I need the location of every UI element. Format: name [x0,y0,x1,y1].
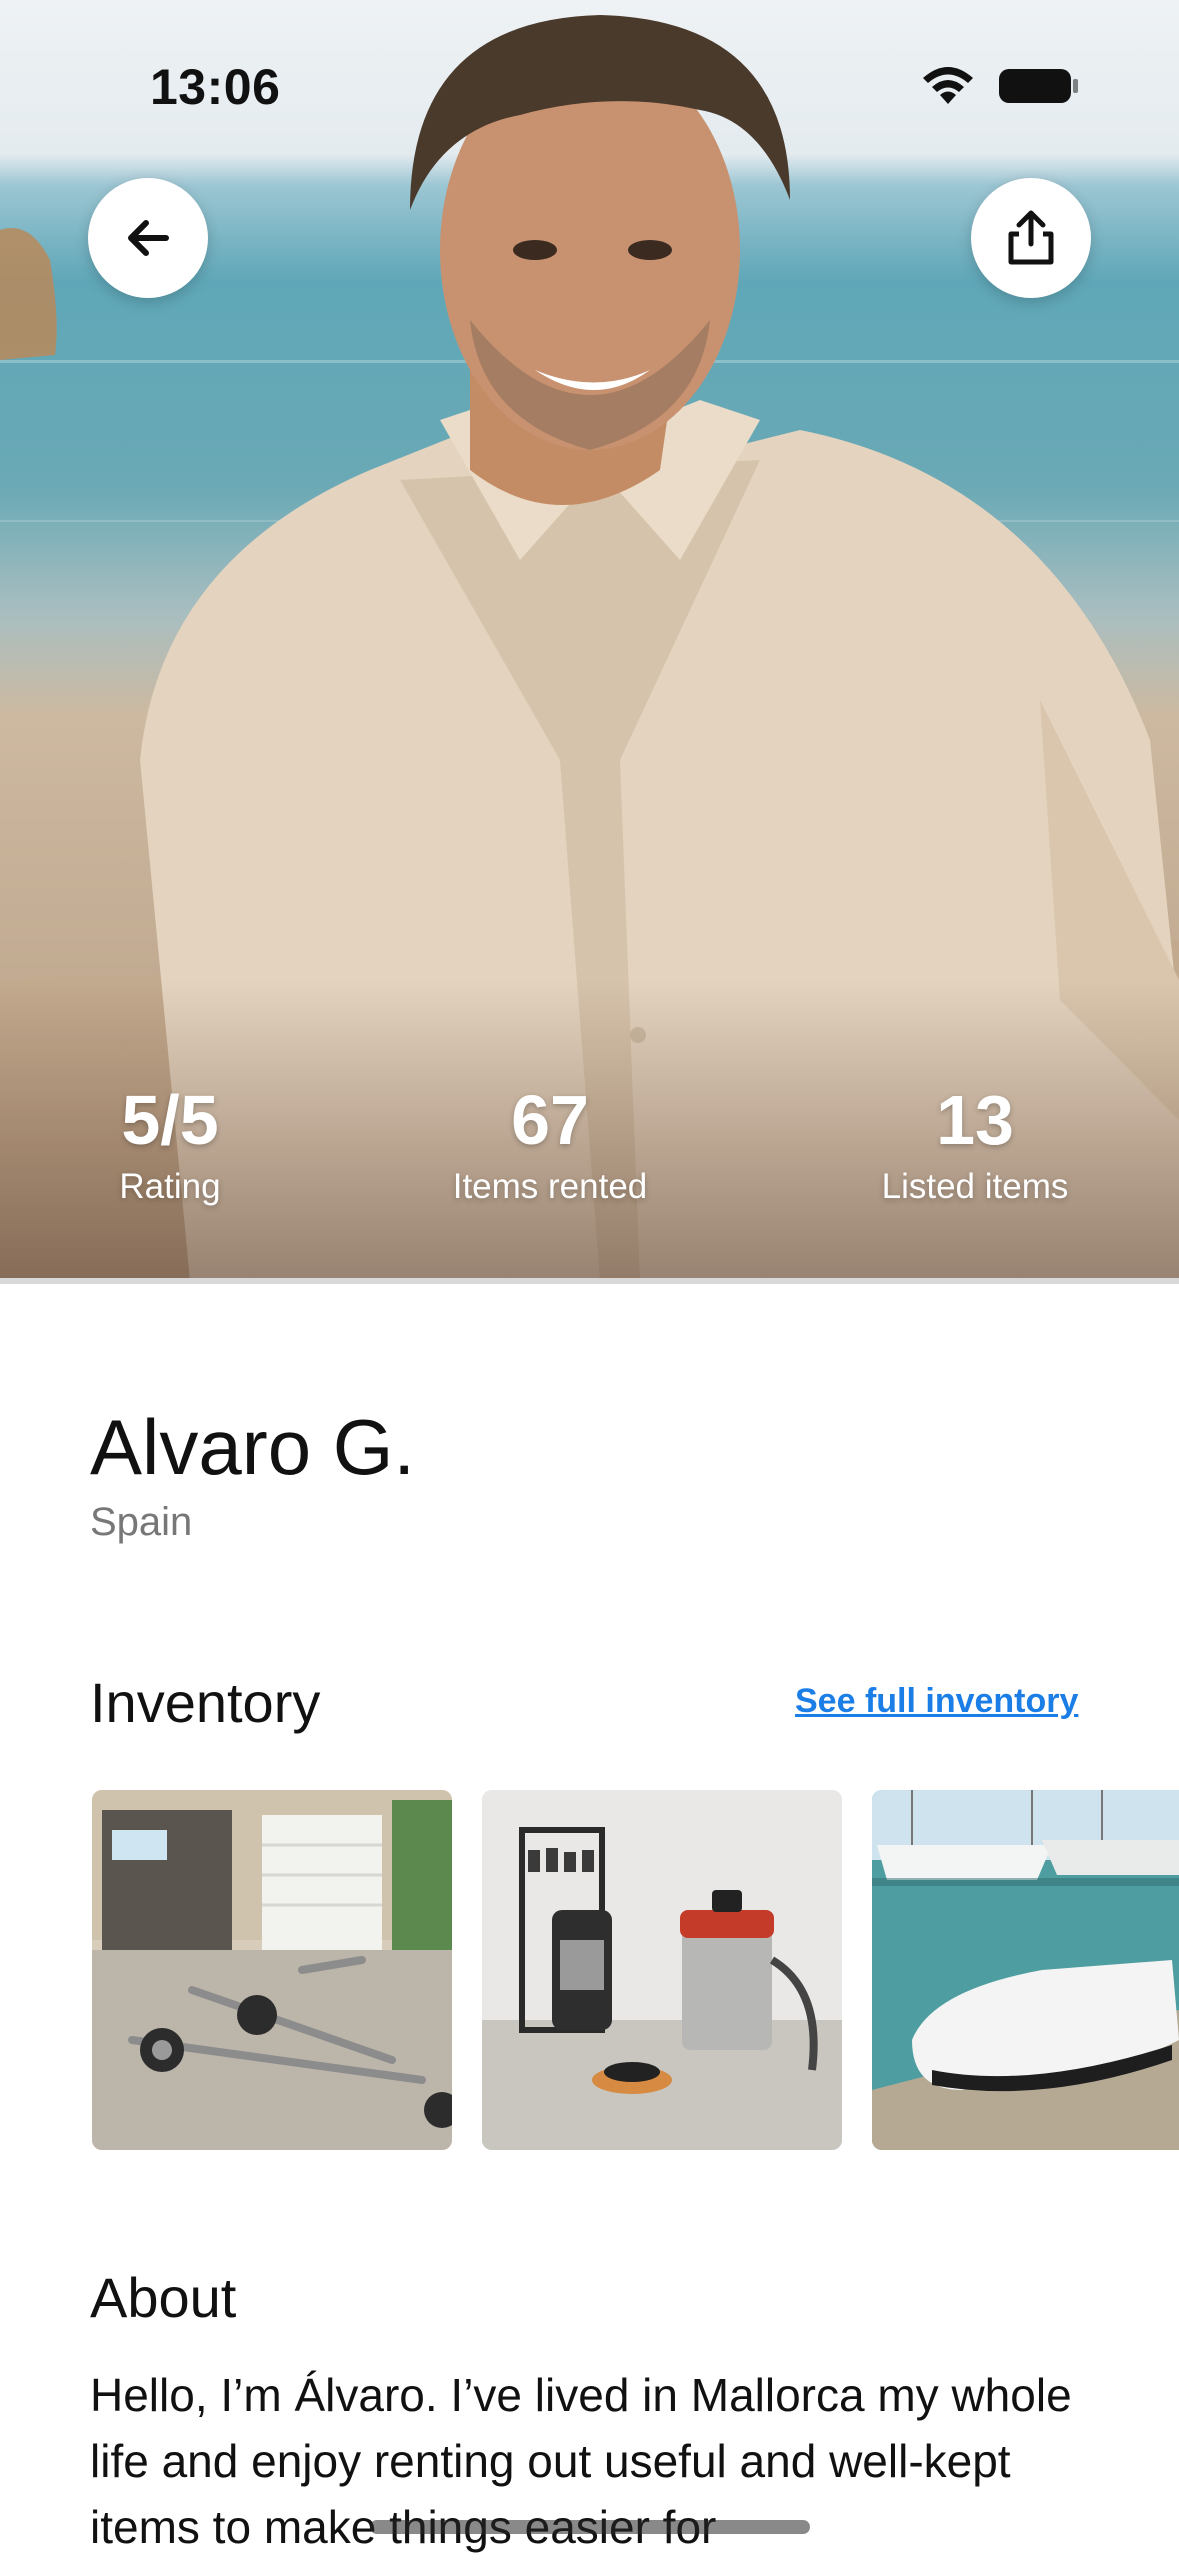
sea-scooter-at-marina-photo [872,1790,1179,2150]
status-time: 13:06 [150,59,281,115]
arrow-left-icon [128,220,169,256]
home-indicator [370,2520,810,2534]
profile-name: Alvaro G. [90,1403,416,1491]
inventory-item-boat-trailer[interactable] [92,1790,452,2150]
stat-items-rented: 67 Items rented [420,1085,680,1207]
stat-listed-items: 13 Listed items [860,1085,1090,1207]
profile-country: Spain [90,1500,193,1544]
stat-items-rented-value: 67 [511,1081,589,1159]
back-button[interactable] [88,178,208,298]
stat-items-rented-label: Items rented [452,1167,648,1206]
inventory-heading: Inventory [90,1671,321,1734]
hero-divider [0,1278,1179,1284]
inventory-item-sea-scooter[interactable] [872,1790,1179,2150]
stat-rating: 5/5 Rating [60,1085,280,1207]
about-heading: About [90,2266,237,2329]
stat-listed-items-label: Listed items [881,1167,1069,1206]
stat-rating-value: 5/5 [121,1081,219,1159]
stat-listed-items-value: 13 [936,1081,1014,1159]
battery-icon [999,69,1078,103]
boat-trailer-photo [92,1790,452,2150]
stat-rating-label: Rating [119,1167,221,1206]
wifi-icon [923,67,973,104]
see-full-inventory-link[interactable]: See full inventory [795,1682,1078,1721]
pressure-washer-and-vacuum-photo [482,1790,842,2150]
share-icon [1008,210,1054,265]
inventory-item-cleaning-equipment[interactable] [482,1790,842,2150]
share-button[interactable] [971,178,1091,298]
